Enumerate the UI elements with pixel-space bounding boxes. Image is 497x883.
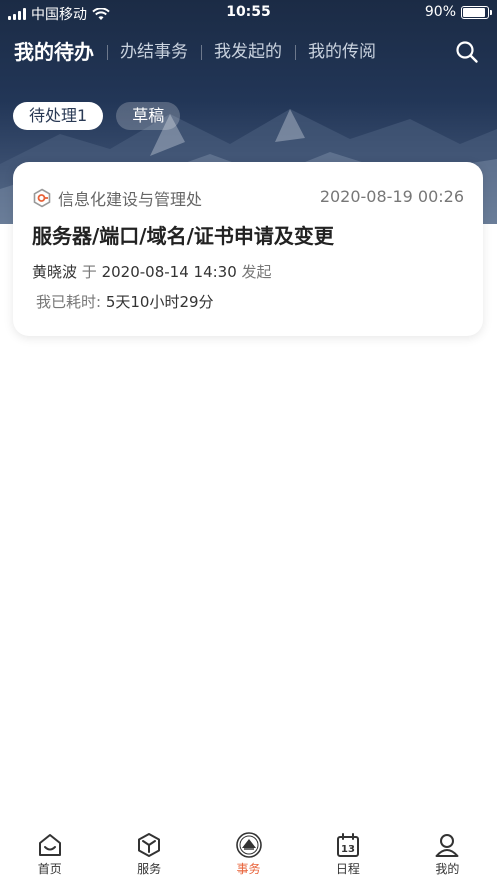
bottom-tab-home[interactable]: 首页 bbox=[0, 823, 99, 883]
calendar-day-text: 13 bbox=[341, 844, 355, 855]
elapsed-label: 我已耗时: bbox=[36, 293, 102, 311]
battery-icon bbox=[461, 5, 492, 19]
battery-percent: 90% bbox=[424, 4, 456, 20]
bottom-tab-schedule-label: 日程 bbox=[335, 862, 360, 876]
bottom-tab-mine-label: 我的 bbox=[435, 862, 460, 876]
calendar-icon: 13 bbox=[336, 833, 359, 857]
elapsed-value: 5天10小时29分 bbox=[105, 293, 214, 311]
tab-my-todo[interactable]: 我的待办 bbox=[0, 40, 107, 64]
filter-draft-chip[interactable]: 草稿 bbox=[116, 102, 181, 130]
tab-circulated[interactable]: 我的传阅 bbox=[295, 40, 389, 64]
tab-completed[interactable]: 办结事务 bbox=[107, 40, 201, 64]
department-icon bbox=[33, 188, 51, 208]
bottom-tab-home-label: 首页 bbox=[37, 862, 62, 876]
initiator-suffix: 发起 bbox=[241, 263, 272, 281]
bottom-tab-affairs[interactable]: 事务 bbox=[199, 823, 298, 883]
bottom-tab-service-label: 服务 bbox=[137, 862, 162, 876]
clock: 10:55 bbox=[226, 4, 271, 20]
initiator-prefix: 于 bbox=[81, 263, 97, 281]
task-title: 服务器/端口/域名/证书申请及变更 bbox=[32, 224, 334, 248]
status-bar: 中国移动 10:55 90% bbox=[0, 0, 497, 26]
task-initiator: 黄晓波 于 2020-08-14 14:30 发起 bbox=[32, 261, 272, 282]
affairs-emblem-icon bbox=[235, 832, 262, 858]
tab-initiated[interactable]: 我发起的 bbox=[201, 40, 295, 64]
initiated-at: 2020-08-14 14:30 bbox=[101, 263, 237, 281]
search-icon[interactable] bbox=[455, 40, 479, 64]
bottom-tab-bar: 首页 服务 事务 13 日程 我的 bbox=[0, 823, 497, 883]
department-label: 信息化建设与管理处 bbox=[58, 190, 203, 209]
task-elapsed: 我已耗时: 5天10小时29分 bbox=[36, 291, 214, 312]
initiator-name: 黄晓波 bbox=[32, 263, 78, 281]
bottom-tab-service[interactable]: 服务 bbox=[99, 823, 198, 883]
filter-chips: 待处理1 草稿 bbox=[13, 102, 181, 130]
cube-icon bbox=[138, 833, 161, 857]
bottom-tab-schedule[interactable]: 13 日程 bbox=[298, 823, 397, 883]
bottom-tab-affairs-label: 事务 bbox=[236, 862, 261, 876]
task-datetime: 2020-08-19 00:26 bbox=[319, 187, 464, 206]
task-card[interactable]: 信息化建设与管理处 2020-08-19 00:26 服务器/端口/域名/证书申… bbox=[13, 162, 483, 336]
home-icon bbox=[38, 834, 61, 856]
task-department: 信息化建设与管理处 bbox=[32, 186, 202, 210]
top-nav: 我的待办 办结事务 我发起的 我的传阅 bbox=[0, 34, 497, 70]
filter-pending-chip[interactable]: 待处理1 bbox=[13, 102, 104, 130]
profile-icon bbox=[435, 834, 459, 857]
bottom-tab-mine[interactable]: 我的 bbox=[398, 823, 497, 883]
